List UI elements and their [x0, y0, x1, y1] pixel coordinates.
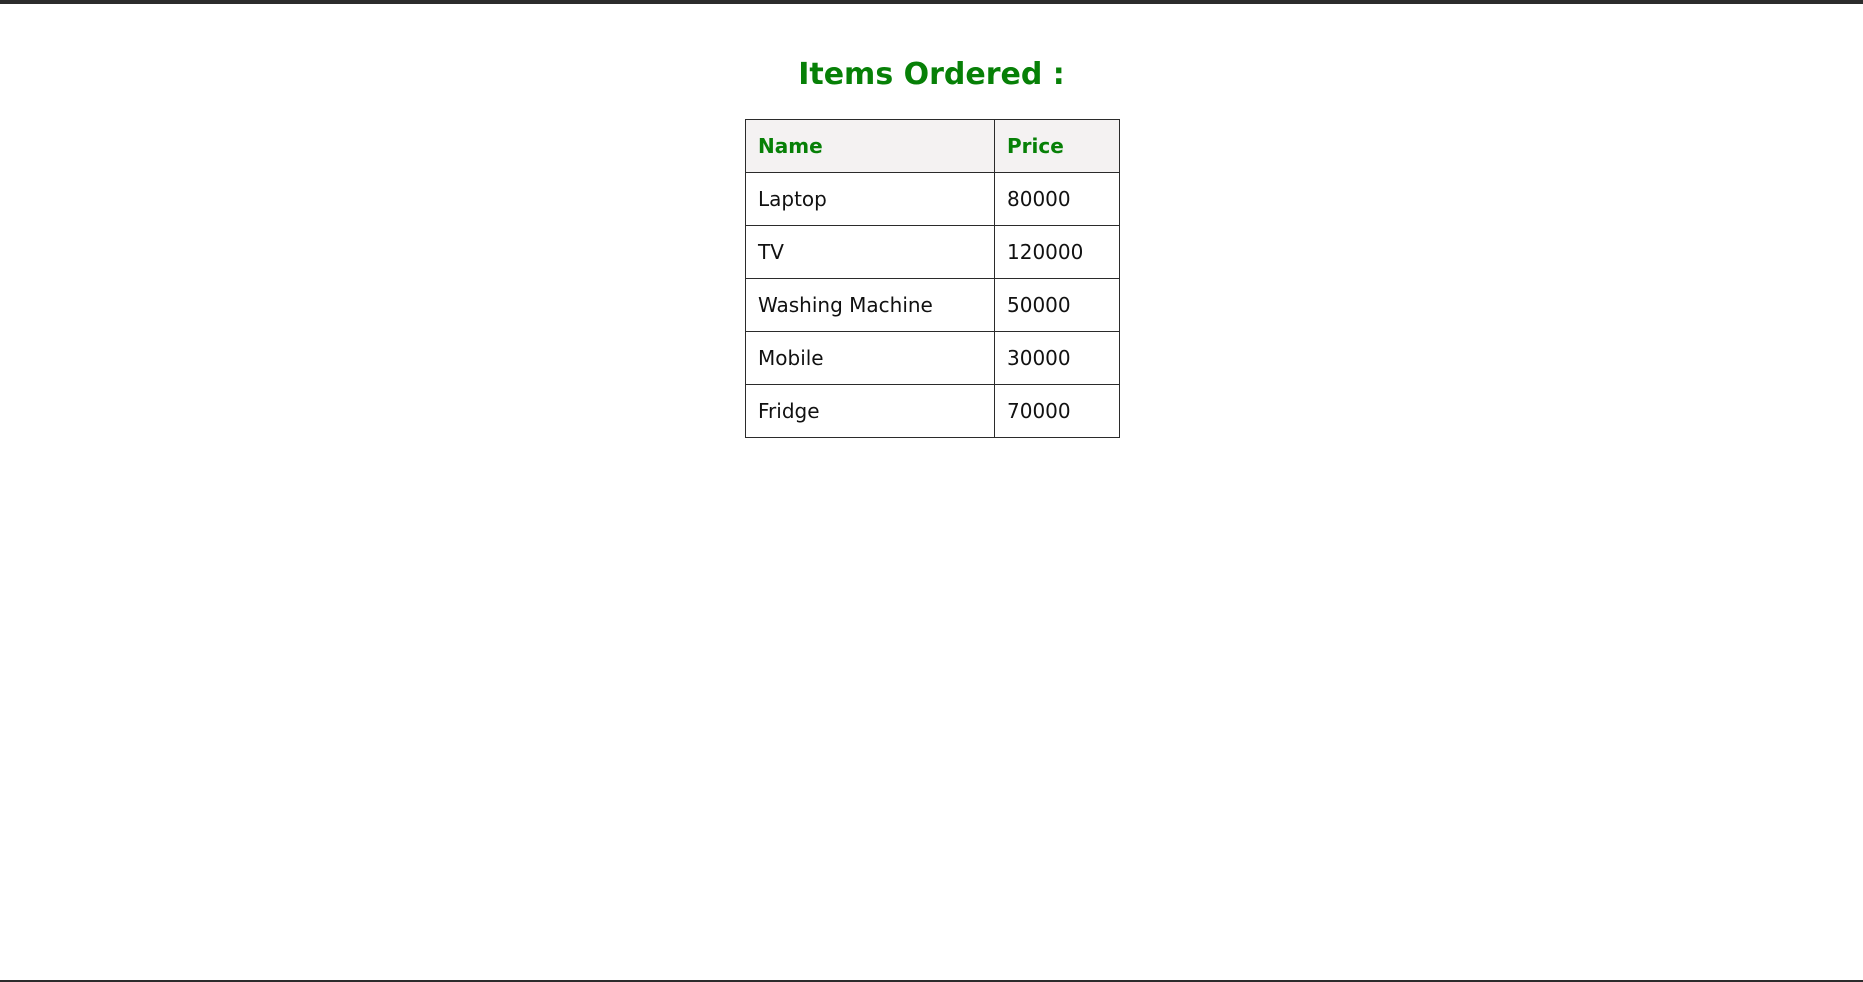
item-price-cell: 30000 — [994, 331, 1120, 385]
table-row: Fridge 70000 — [745, 384, 1120, 438]
item-name-cell: TV — [745, 225, 995, 279]
item-price-cell: 80000 — [994, 172, 1120, 226]
item-price-cell: 70000 — [994, 384, 1120, 438]
item-name-cell: Washing Machine — [745, 278, 995, 332]
table-row: Washing Machine 50000 — [745, 278, 1120, 332]
item-price-cell: 120000 — [994, 225, 1120, 279]
table-row: TV 120000 — [745, 225, 1120, 279]
table-row: Mobile 30000 — [745, 331, 1120, 385]
items-table: Name Price Laptop 80000 TV 120000 Washin… — [745, 119, 1120, 438]
page-body: Items Ordered : Name Price Laptop 80000 … — [0, 0, 1863, 982]
item-name-cell: Fridge — [745, 384, 995, 438]
item-name-cell: Laptop — [745, 172, 995, 226]
page-title: Items Ordered : — [798, 57, 1065, 92]
table-header-row: Name Price — [745, 119, 1120, 173]
item-name-cell: Mobile — [745, 331, 995, 385]
column-header-price: Price — [994, 119, 1120, 173]
table-row: Laptop 80000 — [745, 172, 1120, 226]
column-header-name: Name — [745, 119, 995, 173]
item-price-cell: 50000 — [994, 278, 1120, 332]
